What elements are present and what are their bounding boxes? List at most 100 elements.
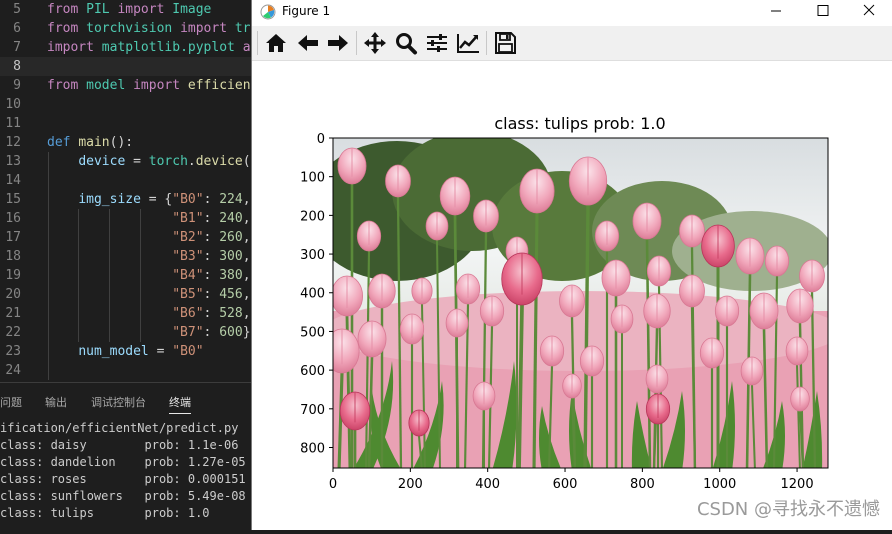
- indent-guide: [48, 342, 49, 361]
- toolbar-separator: [356, 31, 357, 55]
- code-line[interactable]: 15 img_size = {"B0": 224,: [0, 190, 252, 209]
- code-line[interactable]: 21 "B6": 528,: [0, 304, 252, 323]
- terminal-line: class: sunflowers prob: 5.49e-08: [0, 489, 246, 503]
- code-editor[interactable]: 5 from PIL import Image 6 from torchvision …: [0, 0, 252, 382]
- indent-guide: [109, 323, 110, 342]
- forward-icon[interactable]: [325, 31, 351, 55]
- plot-canvas[interactable]: class: tulips prob: 1.0 0 100 200 300 400 500…: [252, 61, 892, 530]
- code-text: from torchvision import transforms: [47, 21, 252, 36]
- y-tick-label: 500: [300, 325, 325, 340]
- code-line[interactable]: 12 def main():: [0, 133, 252, 152]
- indent-guide: [48, 285, 49, 304]
- code-line[interactable]: 17 "B2": 260,: [0, 228, 252, 247]
- indent-guide: [48, 247, 49, 266]
- minimize-icon[interactable]: [753, 0, 799, 25]
- line-number: 19: [5, 268, 21, 283]
- indent-guide: [140, 266, 141, 285]
- save-icon[interactable]: [492, 31, 518, 55]
- line-number: 5: [13, 2, 21, 17]
- code-line[interactable]: 16 "B1": 240,: [0, 209, 252, 228]
- code-text: from model import efficientnet_b0: [47, 78, 252, 93]
- line-number: 21: [5, 306, 21, 321]
- code-line[interactable]: 9 from model import efficientnet_b0: [0, 76, 252, 95]
- code-line[interactable]: 7 import matplotlib.pyplot as plt: [0, 38, 252, 57]
- line-number: 24: [5, 363, 21, 378]
- code-line[interactable]: 13 device = torch.device("cuda:0": [0, 152, 252, 171]
- code-line[interactable]: 22 "B7": 600}: [0, 323, 252, 342]
- line-number: 17: [5, 230, 21, 245]
- line-number: 20: [5, 287, 21, 302]
- zoom-icon[interactable]: [393, 31, 419, 55]
- line-number: 22: [5, 325, 21, 340]
- line-number: 16: [5, 211, 21, 226]
- x-tick-label: 800: [630, 477, 655, 492]
- figure-window: Figure 1 class: tulips prob: 1.0 0 100 2…: [251, 0, 892, 530]
- indent-guide: [48, 171, 49, 190]
- tab-debug-console[interactable]: 调试控制台: [91, 394, 146, 410]
- code-line[interactable]: 20 "B5": 456,: [0, 285, 252, 304]
- x-tick-label: 1000: [703, 477, 736, 492]
- edit-axis-icon[interactable]: [455, 31, 481, 55]
- y-tick-label: 0: [317, 132, 325, 147]
- indent-guide: [48, 323, 49, 342]
- indent-guide: [48, 209, 49, 228]
- indent-guide: [140, 228, 141, 247]
- indent-guide: [140, 323, 141, 342]
- terminal-line: class: tulips prob: 1.0: [0, 506, 210, 520]
- code-line[interactable]: 24: [0, 361, 252, 380]
- code-text: def main():: [47, 135, 134, 150]
- home-icon[interactable]: [263, 31, 289, 55]
- code-line[interactable]: 10: [0, 95, 252, 114]
- pan-icon[interactable]: [362, 31, 388, 55]
- line-number: 18: [5, 249, 21, 264]
- indent-guide: [48, 361, 49, 380]
- terminal-line: class: dandelion prob: 1.27e-05: [0, 455, 246, 469]
- indent-guide: [48, 152, 49, 171]
- line-number: 8: [13, 59, 21, 74]
- code-text: import matplotlib.pyplot as plt: [47, 40, 252, 55]
- configure-subplots-icon[interactable]: [424, 31, 450, 55]
- indent-guide: [78, 285, 79, 304]
- indent-guide: [140, 247, 141, 266]
- indent-guide: [109, 266, 110, 285]
- tab-problems[interactable]: 问题: [0, 394, 22, 410]
- code-text: img_size = {"B0": 224,: [78, 192, 251, 207]
- code-line[interactable]: 23 num_model = "B0": [0, 342, 252, 361]
- y-tick-label: 200: [300, 209, 325, 224]
- x-tick-label: 600: [553, 477, 578, 492]
- tab-terminal[interactable]: 终端: [169, 394, 191, 414]
- navigation-toolbar: [252, 26, 892, 61]
- code-line[interactable]: 18 "B3": 300,: [0, 247, 252, 266]
- back-icon[interactable]: [295, 31, 321, 55]
- x-tick-label: 1200: [781, 477, 814, 492]
- panel-tabs: 问题 输出 调试控制台 终端: [0, 383, 252, 417]
- maximize-icon[interactable]: [800, 0, 846, 25]
- indent-guide: [48, 190, 49, 209]
- line-number: 12: [5, 135, 21, 150]
- y-tick-label: 400: [300, 287, 325, 302]
- matplotlib-logo-icon: [260, 4, 276, 20]
- line-number: 15: [5, 192, 21, 207]
- x-tick-label: 400: [475, 477, 500, 492]
- x-tick-label: 200: [398, 477, 423, 492]
- code-line[interactable]: 11: [0, 114, 252, 133]
- code-line[interactable]: 5 from PIL import Image: [0, 0, 252, 19]
- code-text: from PIL import Image: [47, 2, 212, 17]
- indent-guide: [78, 304, 79, 323]
- indent-guide: [140, 209, 141, 228]
- code-line[interactable]: 6 from torchvision import transforms: [0, 19, 252, 38]
- y-tick-label: 600: [300, 364, 325, 379]
- indent-guide: [48, 228, 49, 247]
- y-tick-label: 100: [300, 171, 325, 186]
- title-bar[interactable]: Figure 1: [252, 0, 892, 25]
- indent-guide: [109, 285, 110, 304]
- code-line[interactable]: 14: [0, 171, 252, 190]
- code-line[interactable]: 8: [0, 57, 252, 76]
- line-number: 10: [5, 97, 21, 112]
- y-tick-label: 800: [300, 441, 325, 456]
- close-icon[interactable]: [846, 0, 892, 25]
- terminal-line: class: roses prob: 0.000151: [0, 472, 246, 486]
- code-line[interactable]: 19 "B4": 380,: [0, 266, 252, 285]
- line-number: 9: [13, 78, 21, 93]
- tab-output[interactable]: 输出: [45, 394, 67, 410]
